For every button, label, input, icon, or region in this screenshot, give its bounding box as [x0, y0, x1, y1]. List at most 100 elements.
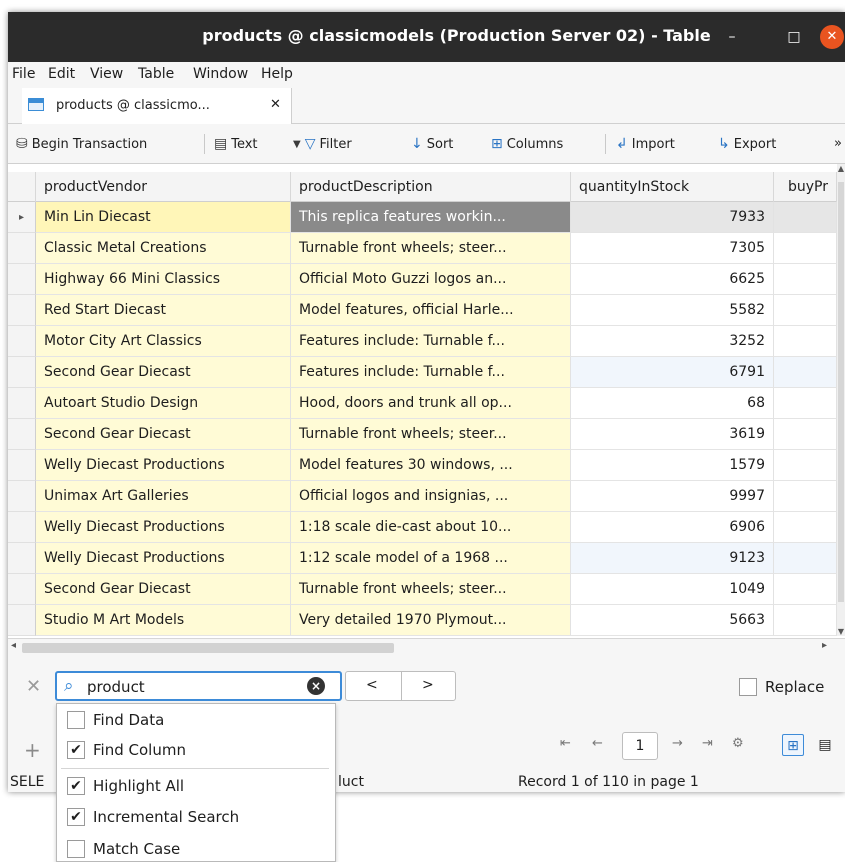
sort-button[interactable]: ↓ Sort [411, 136, 453, 152]
vertical-scrollbar[interactable]: ▲ ▼ [837, 164, 845, 636]
cell-productdescription[interactable]: 1:12 scale model of a 1968 ... [291, 543, 571, 574]
cell-productdescription[interactable]: Features include: Turnable f... [291, 326, 571, 357]
cell-productdescription[interactable]: Official logos and insignias, ... [291, 481, 571, 512]
cell-quantityinstock[interactable]: 6906 [571, 512, 774, 543]
last-page-button[interactable]: ⇥ [702, 736, 713, 751]
toolbar-overflow-icon[interactable]: » [834, 136, 842, 151]
menu-item-incremental-search[interactable]: ✔ Incremental Search [67, 808, 239, 826]
cell-productvendor[interactable]: Second Gear Diecast [36, 574, 291, 605]
table-row[interactable]: Second Gear Diecast Features include: Tur… [8, 357, 837, 388]
cell-productdescription[interactable]: 1:18 scale die-cast about 10... [291, 512, 571, 543]
tab-products[interactable]: products @ classicmo... ✕ [22, 88, 292, 124]
row-header[interactable] [8, 512, 36, 543]
tab-close-icon[interactable]: ✕ [270, 97, 281, 112]
cell-buyprice[interactable] [774, 605, 837, 636]
find-column-checkbox[interactable]: ✔ [67, 741, 85, 759]
cell-buyprice[interactable] [774, 450, 837, 481]
cell-quantityinstock[interactable]: 3619 [571, 419, 774, 450]
find-input-box[interactable]: ⌕ × [55, 671, 342, 701]
cell-productvendor[interactable]: Studio M Art Models [36, 605, 291, 636]
horizontal-scroll-thumb[interactable] [22, 643, 394, 653]
export-button[interactable]: ↳ Export [718, 136, 776, 152]
scroll-left-icon[interactable]: ◂ [11, 640, 16, 651]
incremental-search-checkbox[interactable]: ✔ [67, 808, 85, 826]
table-row[interactable]: Autoart Studio Design Hood, doors and tru… [8, 388, 837, 419]
cell-quantityinstock[interactable]: 6625 [571, 264, 774, 295]
close-button[interactable]: ✕ [820, 25, 844, 49]
column-header-quantityinstock[interactable]: quantityInStock [571, 172, 774, 202]
cell-quantityinstock[interactable]: 5582 [571, 295, 774, 326]
row-header[interactable] [8, 574, 36, 605]
cell-productdescription[interactable]: Turnable front wheels; steer... [291, 233, 571, 264]
row-header[interactable] [8, 481, 36, 512]
row-header[interactable] [8, 543, 36, 574]
menu-item-match-case[interactable]: Match Case [67, 840, 180, 858]
menu-item-find-data[interactable]: Find Data [67, 711, 164, 729]
cell-productdescription[interactable]: This replica features workin... [291, 202, 571, 233]
cell-quantityinstock[interactable]: 9123 [571, 543, 774, 574]
row-header[interactable] [8, 419, 36, 450]
find-input[interactable] [87, 677, 297, 697]
cell-buyprice[interactable] [774, 295, 837, 326]
import-button[interactable]: ↲ Import [616, 136, 675, 152]
scroll-right-icon[interactable]: ▸ [822, 640, 827, 651]
settings-gear-icon[interactable]: ⚙ [732, 736, 744, 751]
minimize-button[interactable]: – [720, 25, 744, 49]
search-icon[interactable]: ⌕ [64, 676, 74, 696]
table-row[interactable]: Motor City Art Classics Features include:… [8, 326, 837, 357]
cell-productvendor[interactable]: Red Start Diecast [36, 295, 291, 326]
cell-productvendor[interactable]: Autoart Studio Design [36, 388, 291, 419]
cell-productvendor[interactable]: Welly Diecast Productions [36, 543, 291, 574]
cell-productvendor[interactable]: Motor City Art Classics [36, 326, 291, 357]
cell-quantityinstock[interactable]: 6791 [571, 357, 774, 388]
menu-edit[interactable]: Edit [48, 66, 75, 82]
cell-productvendor[interactable]: Second Gear Diecast [36, 357, 291, 388]
cell-productdescription[interactable]: Turnable front wheels; steer... [291, 574, 571, 605]
cell-productvendor[interactable]: Second Gear Diecast [36, 419, 291, 450]
columns-button[interactable]: ⊞ Columns [491, 136, 563, 152]
cell-productdescription[interactable]: Model features 30 windows, ... [291, 450, 571, 481]
cell-quantityinstock[interactable]: 68 [571, 388, 774, 419]
cell-quantityinstock[interactable]: 1579 [571, 450, 774, 481]
table-row[interactable]: Second Gear Diecast Turnable front wheels… [8, 419, 837, 450]
row-header[interactable] [8, 357, 36, 388]
cell-quantityinstock[interactable]: 7933 [571, 202, 774, 233]
grid-view-icon[interactable]: ⊞ [782, 734, 804, 756]
first-page-button[interactable]: ⇤ [560, 736, 571, 751]
find-close-icon[interactable]: ✕ [26, 676, 41, 697]
cell-buyprice[interactable] [774, 388, 837, 419]
row-header[interactable] [8, 233, 36, 264]
cell-buyprice[interactable] [774, 233, 837, 264]
cell-productvendor[interactable]: Highway 66 Mini Classics [36, 264, 291, 295]
cell-quantityinstock[interactable]: 9997 [571, 481, 774, 512]
table-row[interactable]: Welly Diecast Productions 1:12 scale mode… [8, 543, 837, 574]
cell-quantityinstock[interactable]: 3252 [571, 326, 774, 357]
menu-help[interactable]: Help [261, 66, 293, 82]
column-header-buyprice[interactable]: buyPr [774, 172, 837, 202]
cell-productdescription[interactable]: Official Moto Guzzi logos an... [291, 264, 571, 295]
cell-buyprice[interactable] [774, 264, 837, 295]
column-header-productdescription[interactable]: productDescription [291, 172, 571, 202]
row-header[interactable] [8, 264, 36, 295]
text-view-button[interactable]: ▤ Text [214, 136, 258, 152]
find-data-checkbox[interactable] [67, 711, 85, 729]
menu-item-find-column[interactable]: ✔ Find Column [67, 741, 186, 759]
cell-buyprice[interactable] [774, 481, 837, 512]
table-row[interactable]: Red Start Diecast Model features, officia… [8, 295, 837, 326]
cell-productvendor[interactable]: Classic Metal Creations [36, 233, 291, 264]
table-row[interactable]: ▸ Min Lin Diecast This replica features wo… [8, 202, 837, 233]
scroll-down-icon[interactable]: ▼ [837, 627, 845, 636]
table-row[interactable]: Classic Metal Creations Turnable front wh… [8, 233, 837, 264]
row-header[interactable] [8, 388, 36, 419]
cell-productvendor[interactable]: Min Lin Diecast [36, 202, 291, 233]
table-row[interactable]: Welly Diecast Productions 1:18 scale die-… [8, 512, 837, 543]
form-view-icon[interactable]: ▤ [814, 734, 836, 756]
row-header[interactable] [8, 295, 36, 326]
replace-checkbox[interactable] [739, 678, 757, 696]
begin-transaction-button[interactable]: ⛁ Begin Transaction [16, 136, 147, 152]
menu-view[interactable]: View [90, 66, 123, 82]
scroll-up-icon[interactable]: ▲ [837, 164, 845, 173]
menu-file[interactable]: File [12, 66, 35, 82]
cell-buyprice[interactable] [774, 202, 837, 233]
find-previous-button[interactable]: < [366, 677, 378, 693]
